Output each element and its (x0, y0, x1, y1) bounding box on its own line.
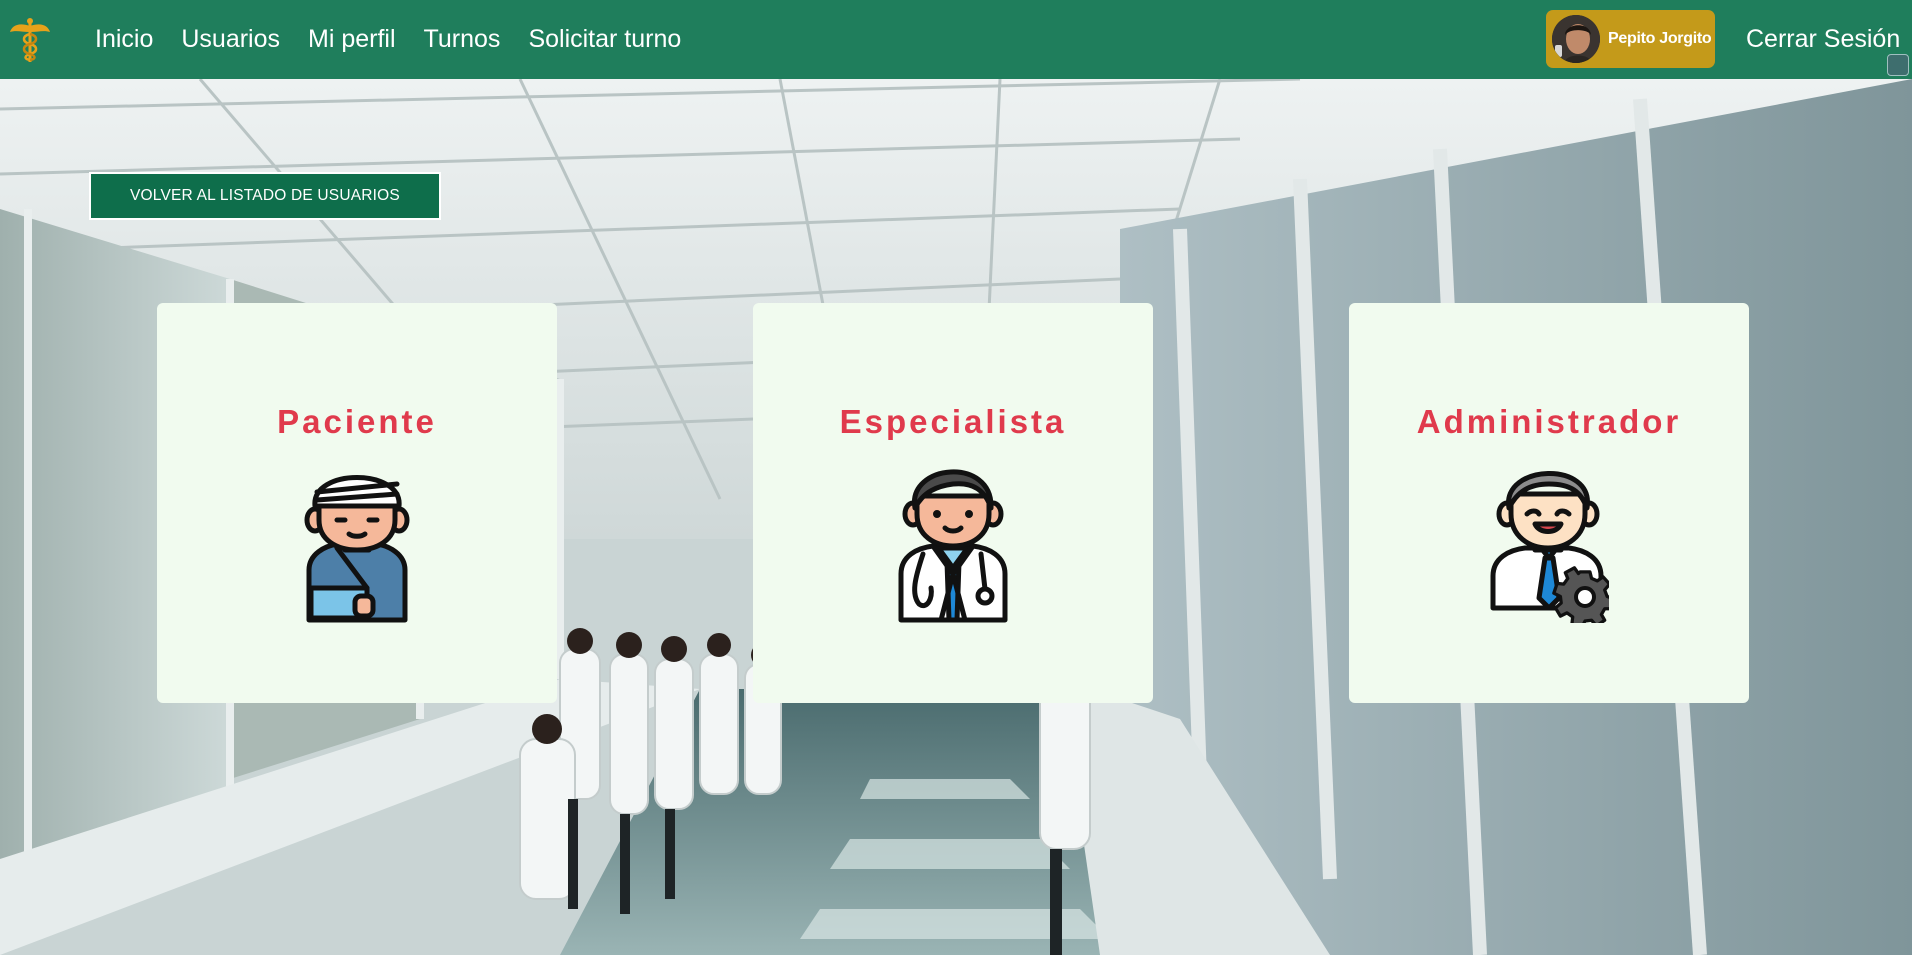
top-navbar: Inicio Usuarios Mi perfil Turnos Solicit… (0, 0, 1912, 79)
nav-link-inicio[interactable]: Inicio (95, 25, 153, 54)
nav-link-mi-perfil[interactable]: Mi perfil (308, 25, 396, 54)
nav-link-solicitar-turno[interactable]: Solicitar turno (528, 25, 681, 54)
role-title-administrador: Administrador (1416, 403, 1682, 440)
role-title-paciente: Paciente (277, 403, 437, 440)
nav-link-usuarios[interactable]: Usuarios (181, 25, 280, 54)
role-card-administrador[interactable]: Administrador (1349, 303, 1749, 703)
patient-icon (304, 475, 410, 623)
nav-links: Inicio Usuarios Mi perfil Turnos Solicit… (95, 0, 709, 79)
role-title-especialista: Especialista (839, 403, 1067, 440)
avatar (1552, 15, 1600, 63)
caduceus-icon[interactable] (8, 16, 52, 64)
nav-link-turnos[interactable]: Turnos (424, 25, 501, 54)
back-to-users-button[interactable]: VOLVER AL LISTADO DE USUARIOS (89, 172, 441, 220)
doctor-icon (898, 469, 1008, 623)
user-profile-chip[interactable]: Pepito Jorgito (1546, 10, 1715, 68)
logout-link[interactable]: Cerrar Sesión (1746, 0, 1900, 79)
expand-icon[interactable] (1887, 54, 1909, 76)
admin-icon (1490, 471, 1609, 623)
role-card-paciente[interactable]: Paciente (157, 303, 557, 703)
user-name: Pepito Jorgito (1608, 30, 1712, 47)
role-card-especialista[interactable]: Especialista (753, 303, 1153, 703)
